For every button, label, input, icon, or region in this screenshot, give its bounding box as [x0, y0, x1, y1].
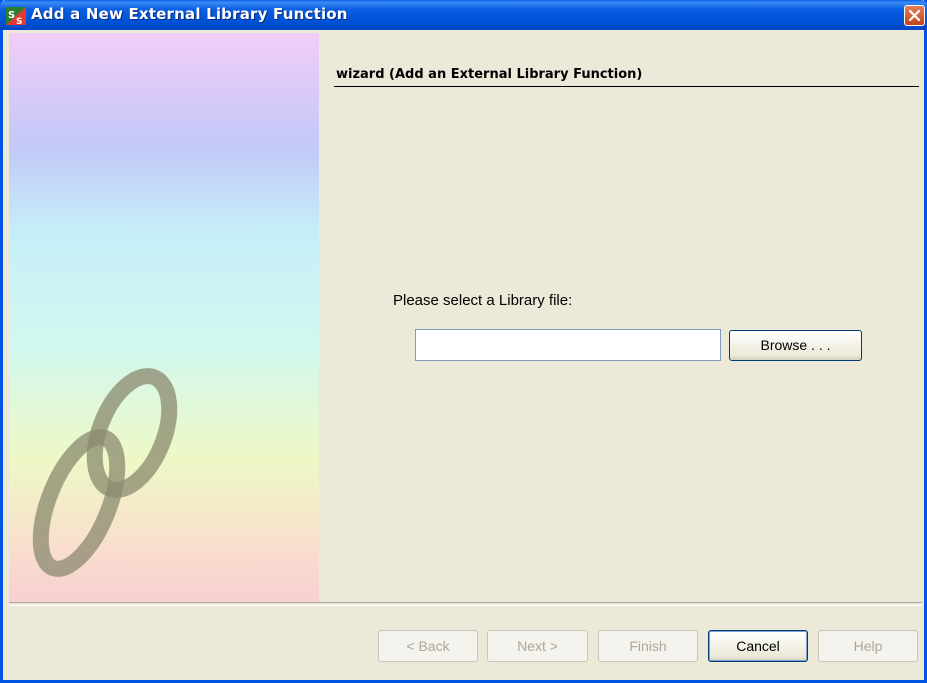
title-bar[interactable]: S S Add a New External Library Function	[0, 0, 927, 30]
svg-text:S: S	[16, 17, 22, 25]
finish-button[interactable]: Finish	[598, 630, 698, 662]
page-title: wizard (Add an External Library Function…	[336, 67, 643, 82]
wizard-side-banner	[9, 33, 319, 602]
browse-button[interactable]: Browse . . .	[729, 330, 862, 361]
next-button[interactable]: Next >	[487, 630, 588, 662]
window-title: Add a New External Library Function	[31, 5, 348, 23]
svg-text:S: S	[8, 10, 15, 21]
script-ss-logo	[32, 368, 178, 577]
title-divider	[334, 86, 919, 87]
library-file-input[interactable]	[415, 329, 721, 361]
help-button[interactable]: Help	[818, 630, 918, 662]
footer-divider	[9, 602, 922, 606]
ss-app-icon: S S	[6, 7, 26, 25]
cancel-button[interactable]: Cancel	[708, 630, 808, 662]
library-file-label: Please select a Library file:	[393, 292, 573, 309]
dialog-window: S S Add a New External Library Function …	[0, 0, 927, 683]
close-icon	[909, 10, 920, 21]
close-button[interactable]	[904, 5, 925, 26]
back-button[interactable]: < Back	[378, 630, 478, 662]
